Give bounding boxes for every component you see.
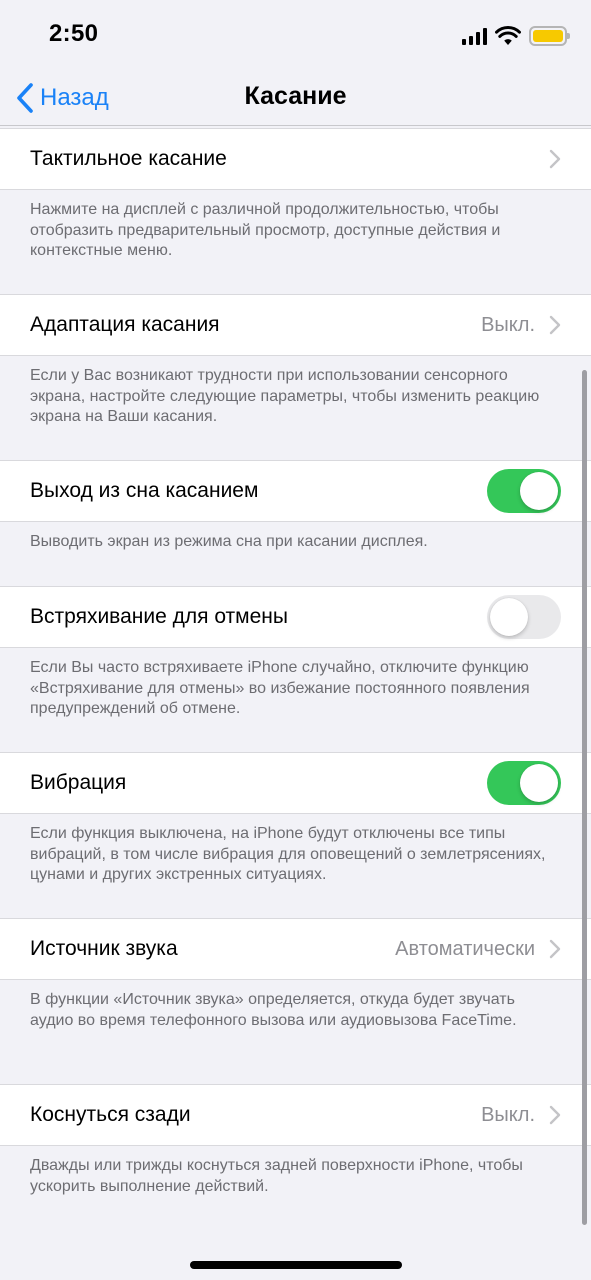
tap-to-wake-row: Выход из сна касанием bbox=[0, 460, 591, 522]
scrollbar[interactable] bbox=[582, 370, 587, 1225]
status-icons bbox=[462, 24, 570, 48]
row-value: Выкл. bbox=[481, 313, 535, 336]
settings-list: Тактильное касание Нажмите на дисплей с … bbox=[0, 128, 591, 1226]
tap-to-wake-toggle[interactable] bbox=[487, 469, 561, 513]
section-footer: Нажмите на дисплей с различной продолжит… bbox=[30, 201, 501, 259]
row-value: Выкл. bbox=[481, 1103, 535, 1126]
navigation-bar: Назад Касание bbox=[0, 70, 591, 126]
cellular-signal-icon bbox=[462, 27, 487, 45]
section-footer: Если Вы часто встряхиваете iPhone случай… bbox=[30, 659, 530, 717]
call-audio-routing-row[interactable]: Источник звука Автоматически bbox=[0, 918, 591, 980]
shake-to-undo-row: Встряхивание для отмены bbox=[0, 586, 591, 648]
screen: 2:50 Назад Касание Тактильное касание На… bbox=[0, 0, 591, 1280]
touch-accommodations-row[interactable]: Адаптация касания Выкл. bbox=[0, 294, 591, 356]
back-tap-row[interactable]: Коснуться сзади Выкл. bbox=[0, 1084, 591, 1146]
wifi-icon bbox=[495, 26, 521, 45]
row-value: Автоматически bbox=[395, 937, 535, 960]
toggle-knob bbox=[490, 598, 528, 636]
haptic-touch-row[interactable]: Тактильное касание bbox=[0, 128, 591, 190]
chevron-right-icon bbox=[549, 939, 561, 959]
battery-icon bbox=[529, 26, 570, 46]
toggle-knob bbox=[520, 764, 558, 802]
chevron-right-icon bbox=[549, 1105, 561, 1125]
row-label: Вибрация bbox=[30, 771, 127, 794]
status-time: 2:50 bbox=[49, 20, 99, 47]
row-label: Адаптация касания bbox=[30, 313, 220, 336]
home-indicator[interactable] bbox=[190, 1261, 402, 1269]
row-label: Выход из сна касанием bbox=[30, 479, 259, 502]
section-footer: В функции «Источник звука» определяется,… bbox=[30, 991, 517, 1029]
vibration-row: Вибрация bbox=[0, 752, 591, 814]
status-bar: 2:50 bbox=[0, 0, 591, 70]
section-footer: Дважды или трижды коснуться задней повер… bbox=[30, 1157, 523, 1195]
back-button[interactable]: Назад bbox=[16, 78, 109, 118]
chevron-right-icon bbox=[549, 149, 561, 169]
back-button-label: Назад bbox=[40, 84, 109, 111]
chevron-left-icon bbox=[17, 83, 33, 113]
row-label: Источник звука bbox=[30, 937, 178, 960]
section-footer: Если функция выключена, на iPhone будут … bbox=[30, 825, 546, 883]
toggle-knob bbox=[520, 472, 558, 510]
row-label: Встряхивание для отмены bbox=[30, 605, 288, 628]
vibration-toggle[interactable] bbox=[487, 761, 561, 805]
section-footer: Если у Вас возникают трудности при испол… bbox=[30, 367, 540, 425]
row-label: Тактильное касание bbox=[30, 147, 227, 170]
chevron-right-icon bbox=[549, 315, 561, 335]
section-footer: Выводить экран из режима сна при касании… bbox=[30, 533, 428, 550]
battery-level bbox=[533, 30, 563, 42]
row-label: Коснуться сзади bbox=[30, 1103, 191, 1126]
shake-to-undo-toggle[interactable] bbox=[487, 595, 561, 639]
